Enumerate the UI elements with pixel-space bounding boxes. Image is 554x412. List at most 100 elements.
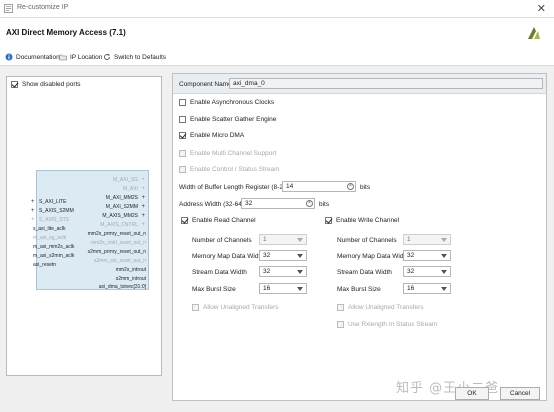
clear-icon[interactable]: × xyxy=(347,183,354,190)
info-icon xyxy=(5,53,13,61)
port-mm2s-introut: mm2s_introut xyxy=(115,267,146,273)
component-name-label: Component Name xyxy=(179,81,232,88)
write-relength-checkbox[interactable]: Use Rxlength In Status Stream xyxy=(337,321,437,328)
async-clocks-label: Enable Asynchronous Clocks xyxy=(190,99,275,106)
port-plus-icon: + xyxy=(31,199,35,205)
write-channel-title: Enable Write Channel xyxy=(336,217,400,224)
ip-location-label: IP Location xyxy=(70,53,103,61)
read-burst-select[interactable]: 16 xyxy=(259,283,307,294)
micro-dma-checkbox[interactable]: Enable Micro DMA xyxy=(179,132,244,139)
write-relength-label: Use Rxlength In Status Stream xyxy=(348,321,438,328)
documentation-button[interactable]: Documentation xyxy=(5,53,60,61)
read-unaligned-label: Allow Unaligned Transfers xyxy=(203,304,279,311)
read-unaligned-checkbox[interactable]: Allow Unaligned Transfers xyxy=(192,304,279,311)
checkbox-box[interactable] xyxy=(325,217,332,224)
port-plus-icon: + xyxy=(141,186,145,192)
vivado-app-icon xyxy=(4,4,13,13)
checkbox-box[interactable] xyxy=(179,150,186,157)
port-plus-icon: + xyxy=(31,217,35,223)
component-name-input[interactable]: axi_dma_0 xyxy=(229,78,543,89)
checkbox-box[interactable] xyxy=(337,321,344,328)
read-stream-width-label: Stream Data Width xyxy=(192,269,247,276)
show-disabled-ports-checkbox[interactable]: Show disabled ports xyxy=(11,81,81,88)
vivado-logo-icon xyxy=(528,27,540,39)
read-channel-checkbox[interactable]: Enable Read Channel xyxy=(181,217,256,224)
async-clocks-checkbox[interactable]: Enable Asynchronous Clocks xyxy=(179,99,274,106)
write-unaligned-checkbox[interactable]: Allow Unaligned Transfers xyxy=(337,304,424,311)
port-mm2s-cntrl-reset: mm2s_cntrl_reset_out_n xyxy=(90,240,146,246)
checkbox-box[interactable] xyxy=(181,217,188,224)
folder-icon xyxy=(59,54,67,61)
write-stream-width-select[interactable]: 32 xyxy=(403,266,451,277)
port-plus-icon: + xyxy=(141,177,145,183)
port-s2mm-introut: s2mm_introut xyxy=(115,276,146,282)
write-mm-width-select[interactable]: 32 xyxy=(403,250,451,261)
read-stream-width-value: 32 xyxy=(263,268,271,275)
checkbox-box[interactable] xyxy=(11,81,18,88)
scatter-gather-checkbox[interactable]: Enable Scatter Gather Engine xyxy=(179,116,276,123)
dialog-header: AXI Direct Memory Access (7.1) xyxy=(0,18,554,50)
read-stream-width-select[interactable]: 32 xyxy=(259,266,307,277)
read-mm-width-value: 32 xyxy=(263,252,271,259)
write-num-channels-value: 1 xyxy=(407,236,411,243)
chevron-down-icon xyxy=(441,270,447,274)
write-mm-width-label: Memory Map Data Width xyxy=(337,253,409,260)
write-stream-width-label: Stream Data Width xyxy=(337,269,392,276)
clear-icon[interactable]: × xyxy=(306,200,313,207)
checkbox-box[interactable] xyxy=(179,99,186,106)
checkbox-box[interactable] xyxy=(179,132,186,139)
control-status-checkbox[interactable]: Enable Control / Status Stream xyxy=(179,166,280,173)
switch-defaults-button[interactable]: Switch to Defaults xyxy=(103,53,166,61)
port-axi-dma-tstvec: axi_dma_tstvec[31:0] xyxy=(98,284,146,290)
window-titlebar: Re-customize IP ✕ xyxy=(0,0,554,18)
port-axi-resetn: axi_resetn xyxy=(33,262,57,268)
address-width-unit: bits xyxy=(319,201,330,208)
write-num-channels-select[interactable]: 1 xyxy=(403,234,451,245)
switch-defaults-label: Switch to Defaults xyxy=(114,53,167,61)
address-width-input[interactable]: 32 xyxy=(241,198,315,209)
port-s-axi-lite-aclk: s_axi_lite_aclk xyxy=(33,226,66,232)
buffer-length-label: Width of Buffer Length Register (8-26) xyxy=(179,184,289,191)
refresh-icon xyxy=(104,53,110,60)
dialog-title: AXI Direct Memory Access (7.1) xyxy=(6,28,126,37)
port-m-axi: M_AXI xyxy=(122,186,138,192)
checkbox-box[interactable] xyxy=(337,304,344,311)
port-s2mm-sts-reset: s2mm_sts_reset_out_n xyxy=(94,258,146,264)
close-icon[interactable]: ✕ xyxy=(537,2,546,15)
chevron-down-icon xyxy=(441,254,447,258)
ok-button[interactable]: OK xyxy=(455,387,489,400)
port-m-axi-sg: M_AXI_SG xyxy=(112,177,138,183)
checkbox-box[interactable] xyxy=(192,304,199,311)
read-num-channels-select[interactable]: 1 xyxy=(259,234,307,245)
buffer-length-unit: bits xyxy=(360,184,371,191)
port-m-axis-mm2s: M_AXIS_MM2S xyxy=(102,213,138,219)
write-burst-select[interactable]: 16 xyxy=(403,283,451,294)
read-channel-title: Enable Read Channel xyxy=(192,217,256,224)
port-plus-icon: + xyxy=(141,195,145,201)
address-width-label: Address Width (32-64) xyxy=(179,201,245,208)
read-num-channels-label: Number of Channels xyxy=(192,237,252,244)
cancel-button[interactable]: Cancel xyxy=(500,387,540,400)
scatter-gather-label: Enable Scatter Gather Engine xyxy=(190,116,277,123)
control-status-label: Enable Control / Status Stream xyxy=(190,166,280,173)
write-stream-width-value: 32 xyxy=(407,268,415,275)
write-channel-checkbox[interactable]: Enable Write Channel xyxy=(325,217,399,224)
port-plus-icon: + xyxy=(141,204,145,210)
port-s-axis-sts: S_AXIS_STS xyxy=(39,217,70,223)
documentation-label: Documentation xyxy=(16,53,60,61)
write-unaligned-label: Allow Unaligned Transfers xyxy=(348,304,424,311)
write-mm-width-value: 32 xyxy=(407,252,415,259)
port-s-axi-lite: S_AXI_LITE xyxy=(39,199,67,205)
read-mm-width-select[interactable]: 32 xyxy=(259,250,307,261)
buffer-length-input[interactable]: 14 xyxy=(282,181,356,192)
ip-location-button[interactable]: IP Location xyxy=(59,53,102,61)
port-plus-icon: + xyxy=(31,208,35,214)
port-m-axi-s2mm: M_AXI_S2MM xyxy=(105,204,138,210)
checkbox-box[interactable] xyxy=(179,116,186,123)
toolbar: Documentation IP Location Switch to Defa… xyxy=(0,50,554,66)
ip-symbol-block: + S_AXI_LITE + S_AXIS_S2MM + S_AXIS_STS … xyxy=(31,170,149,290)
write-num-channels-label: Number of Channels xyxy=(337,237,397,244)
checkbox-box[interactable] xyxy=(179,166,186,173)
multi-channel-checkbox[interactable]: Enable Multi Channel Support xyxy=(179,150,276,157)
port-m-axi-mm2s-aclk: m_axi_mm2s_aclk xyxy=(33,244,75,250)
